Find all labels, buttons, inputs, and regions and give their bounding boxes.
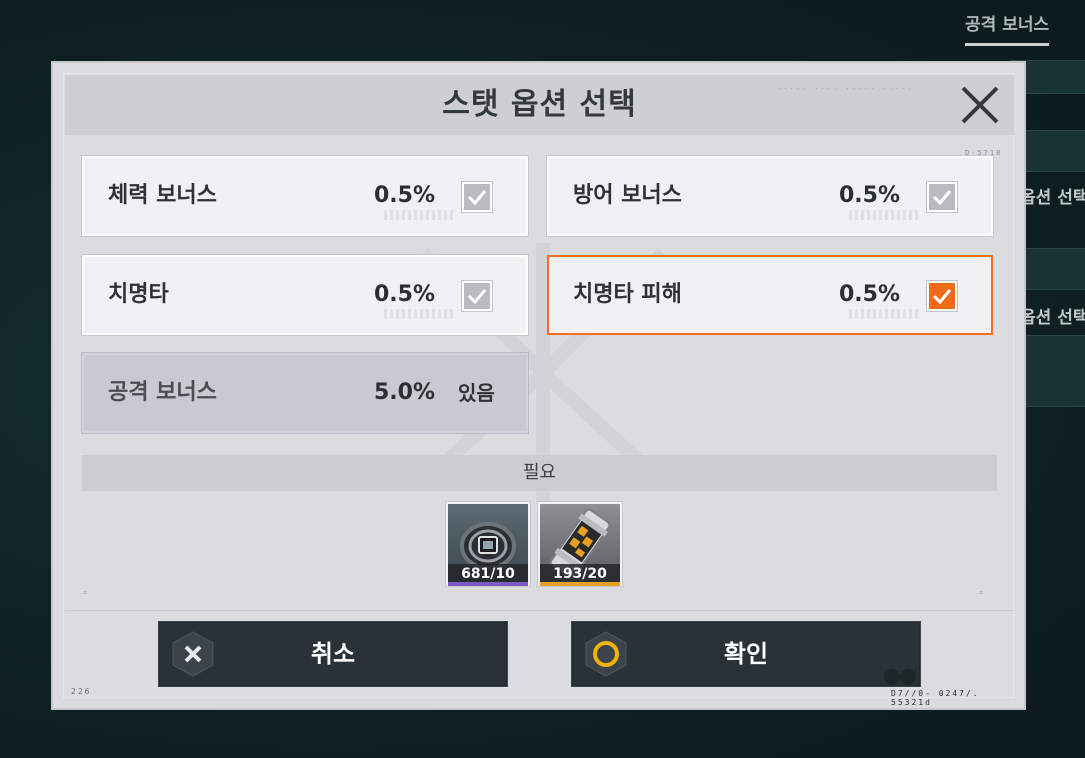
option-card-def-bonus[interactable]: 방어 보너스 0.5% (547, 156, 993, 236)
option-label: 공격 보너스 (108, 380, 217, 405)
close-button[interactable] (958, 83, 1002, 127)
side-deco: = (83, 589, 90, 597)
cancel-label: 취소 (310, 640, 356, 668)
option-value: 0.5% (839, 282, 901, 307)
material-count: 193/20 (540, 564, 620, 584)
option-card-crit[interactable]: 치명타 0.5% (82, 255, 528, 335)
confirm-label: 확인 (723, 640, 769, 668)
background-option-label: 옵션 선택 (1020, 188, 1085, 208)
option-label: 방어 보너스 (573, 183, 682, 208)
option-checkbox[interactable] (927, 182, 957, 212)
option-value: 5.0% (374, 380, 436, 405)
option-label: 체력 보너스 (108, 183, 217, 208)
option-value: 0.5% (839, 183, 901, 208)
stat-option-dialog: 스탯 옵션 선택 ····· ···· ····· ····· D-5718 체… (51, 61, 1026, 710)
option-label: 치명타 피해 (573, 282, 682, 307)
material-item-ring[interactable]: 681/10 (446, 502, 530, 586)
material-item-canister[interactable]: 193/20 (538, 502, 622, 586)
option-label: 치명타 (108, 282, 169, 307)
option-card-atk-bonus: 공격 보너스 5.0% 있음 (82, 353, 528, 433)
check-icon (932, 190, 952, 206)
option-card-hp-bonus[interactable]: 체력 보너스 0.5% (82, 156, 528, 236)
footer-code-right: D7//0- 0247/. 55321d (891, 689, 980, 707)
card-deco (849, 309, 919, 319)
rarity-bar (448, 582, 528, 586)
card-deco (849, 210, 919, 220)
dialog-title: 스탯 옵션 선택 (442, 87, 637, 122)
option-checkbox[interactable] (462, 182, 492, 212)
owned-status: 있음 (458, 381, 495, 405)
check-icon (932, 289, 952, 305)
card-deco (384, 210, 454, 220)
option-checkbox[interactable] (462, 281, 492, 311)
divider (65, 610, 1014, 611)
corner-deco-icon (884, 669, 916, 685)
side-deco: = (979, 589, 986, 597)
option-checkbox[interactable] (927, 281, 957, 311)
required-header: 필요 (82, 455, 997, 491)
header-deco: ····· ···· ····· ····· (777, 85, 914, 93)
dialog-header: 스탯 옵션 선택 ····· ···· ····· ····· (65, 75, 1014, 135)
rarity-bar (540, 582, 620, 586)
card-deco (384, 309, 454, 319)
material-count: 681/10 (448, 564, 528, 584)
close-icon (961, 86, 999, 124)
option-value: 0.5% (374, 183, 436, 208)
footer-code-left: 226 (71, 687, 92, 696)
option-card-crit-damage[interactable]: 치명타 피해 0.5% (547, 255, 993, 335)
background-tab-attack-bonus[interactable]: 공격 보너스 (965, 10, 1050, 46)
background-option-label: 옵션 선택 (1020, 308, 1085, 328)
check-icon (467, 190, 487, 206)
check-icon (467, 289, 487, 305)
cancel-button[interactable]: 취소 (158, 621, 508, 687)
option-value: 0.5% (374, 282, 436, 307)
confirm-button[interactable]: 확인 (571, 621, 921, 687)
